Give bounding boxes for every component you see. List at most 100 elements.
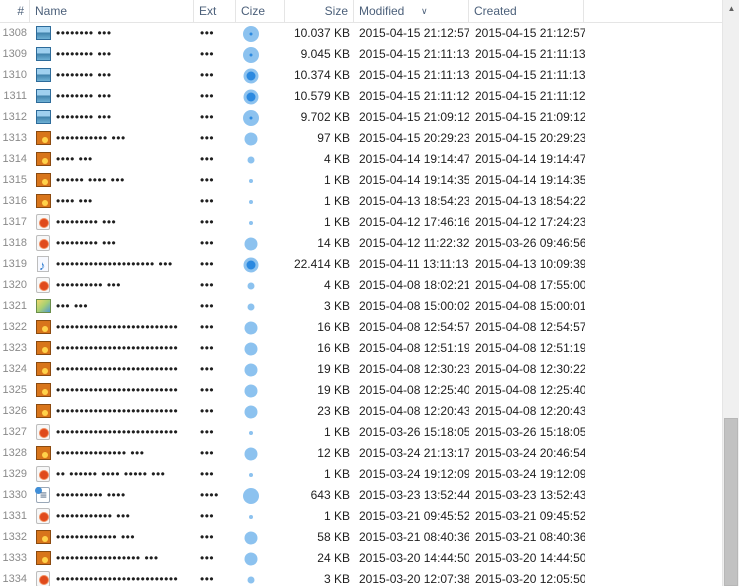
file-name-cell[interactable]: ••••••••••••••• ••• bbox=[34, 443, 190, 464]
file-name-cell[interactable]: •••••••••••••••••••••••••• bbox=[34, 380, 190, 401]
vertical-scrollbar[interactable]: ▲ bbox=[722, 0, 739, 586]
file-extension: ••• bbox=[200, 173, 215, 187]
table-row[interactable]: 1334 •••••••••••••••••••••••••• ••• 3 KB 201… bbox=[0, 569, 722, 586]
table-row[interactable]: 1323 •••••••••••••••••••••••••• ••• 16 KB 20… bbox=[0, 338, 722, 359]
table-row[interactable]: 1316 •••• ••• ••• 1 KB 2015-04-13 18:54:23 20… bbox=[0, 191, 722, 212]
red-circle-file-icon bbox=[36, 235, 50, 251]
file-name-cell[interactable]: •••••••••••••••••••••••••• bbox=[34, 338, 190, 359]
file-size: 9.702 KB bbox=[300, 110, 350, 124]
file-size: 10.037 KB bbox=[293, 26, 350, 40]
file-name-cell[interactable]: •••••••••••••••••••••••••• bbox=[34, 569, 190, 586]
file-name-cell[interactable]: •• •••••• •••• ••••• ••• bbox=[34, 464, 190, 485]
file-name: •••••••••••••••••••••••••• bbox=[56, 341, 179, 355]
file-size: 10.579 KB bbox=[293, 89, 350, 103]
file-name-cell[interactable]: •••••••••••• ••• bbox=[34, 506, 190, 527]
column-header-modified[interactable]: Modified ∨ bbox=[354, 0, 469, 23]
table-row[interactable]: 1314 •••• ••• ••• 4 KB 2015-04-14 19:14:47 20… bbox=[0, 149, 722, 170]
table-row[interactable]: 1332 ••••••••••••• ••• ••• 58 KB 2015-03-21 … bbox=[0, 527, 722, 548]
file-name-cell[interactable]: ••••••••••• ••• bbox=[34, 128, 190, 149]
size-indicator bbox=[237, 485, 265, 506]
file-name: •••••••••• •••• bbox=[56, 488, 126, 502]
column-header-name[interactable]: Name bbox=[30, 0, 194, 23]
file-size: 23 KB bbox=[317, 404, 350, 418]
file-name-cell[interactable]: •••• ••• bbox=[34, 191, 190, 212]
row-number: 1331 bbox=[2, 510, 27, 522]
file-extension: ••• bbox=[200, 215, 215, 229]
file-name-cell[interactable]: •••••••• ••• bbox=[34, 44, 190, 65]
table-row[interactable]: 1309 •••••••• ••• ••• 9.045 KB 2015-04-15 21… bbox=[0, 44, 722, 65]
file-name-cell[interactable]: ••••••••••••• ••• bbox=[34, 527, 190, 548]
modified-date: 2015-04-15 20:29:23 bbox=[359, 131, 469, 145]
table-row[interactable]: 1329 •• •••••• •••• ••••• ••• ••• 1 KB 2015-… bbox=[0, 464, 722, 485]
size-indicator bbox=[237, 506, 265, 527]
scroll-up-arrow-icon[interactable]: ▲ bbox=[723, 0, 739, 17]
column-header-size[interactable]: Size bbox=[285, 0, 354, 23]
file-size: 1 KB bbox=[323, 467, 350, 481]
table-row[interactable]: 1321 ••• ••• ••• 3 KB 2015-04-08 15:00:02 201… bbox=[0, 296, 722, 317]
file-name: •••••••• ••• bbox=[56, 89, 112, 103]
file-name: •••••••••••••••••••••••••• bbox=[56, 362, 179, 376]
file-name-cell[interactable]: •••••••••••••••••••••••••• bbox=[34, 317, 190, 338]
size-dot-icon bbox=[249, 514, 253, 519]
file-name-cell[interactable]: •••••••• ••• bbox=[34, 65, 190, 86]
column-header-cize[interactable]: Cize bbox=[236, 0, 285, 23]
file-name: •••• ••• bbox=[56, 194, 93, 208]
table-row[interactable]: 1312 •••••••• ••• ••• 9.702 KB 2015-04-15 21… bbox=[0, 107, 722, 128]
file-name-cell[interactable]: •••••••• ••• bbox=[34, 23, 190, 44]
table-row[interactable]: 1327 •••••••••••••••••••••••••• ••• 1 KB 201… bbox=[0, 422, 722, 443]
table-row[interactable]: 1311 •••••••• ••• ••• 10.579 KB 2015-04-15 2… bbox=[0, 86, 722, 107]
table-row[interactable]: 1331 •••••••••••• ••• ••• 1 KB 2015-03-21 09… bbox=[0, 506, 722, 527]
file-name-cell[interactable]: ••••••••••••••••••••• ••• bbox=[34, 254, 190, 275]
table-row[interactable]: 1320 •••••••••• ••• ••• 4 KB 2015-04-08 18:0… bbox=[0, 275, 722, 296]
column-header-ext[interactable]: Ext bbox=[194, 0, 236, 23]
file-name-cell[interactable]: •••••••••• ••• bbox=[34, 275, 190, 296]
column-header-created[interactable]: Created bbox=[469, 0, 584, 23]
modified-date: 2015-04-13 18:54:23 bbox=[359, 194, 469, 208]
file-name-cell[interactable]: •••••• •••• ••• bbox=[34, 170, 190, 191]
modified-date: 2015-04-14 19:14:47 bbox=[359, 152, 469, 166]
table-row[interactable]: 1317 ••••••••• ••• ••• 1 KB 2015-04-12 17:46… bbox=[0, 212, 722, 233]
created-date: 2015-04-08 15:00:01 bbox=[475, 299, 585, 313]
file-name-cell[interactable]: ••••••••• ••• bbox=[34, 212, 190, 233]
column-header-num[interactable]: # bbox=[0, 0, 30, 23]
modified-date: 2015-04-12 17:46:16 bbox=[359, 215, 469, 229]
file-name-cell[interactable]: •••••••• ••• bbox=[34, 86, 190, 107]
table-row[interactable]: 1313 ••••••••••• ••• ••• 97 KB 2015-04-15 20… bbox=[0, 128, 722, 149]
size-dot-icon bbox=[244, 321, 258, 334]
file-name: ••••••••••••••• ••• bbox=[56, 446, 145, 460]
file-name-cell[interactable]: •••••••••••••••••••••••••• bbox=[34, 401, 190, 422]
table-row[interactable]: 1319 ••••••••••••••••••••• ••• ••• 22.414 K… bbox=[0, 254, 722, 275]
table-row[interactable]: 1322 •••••••••••••••••••••••••• ••• 16 KB 20… bbox=[0, 317, 722, 338]
file-extension: ••• bbox=[200, 551, 215, 565]
created-date: 2015-04-15 21:09:12 bbox=[475, 110, 585, 124]
file-name-cell[interactable]: ••• ••• bbox=[34, 296, 190, 317]
file-name-cell[interactable]: •••••••••••••••••• ••• bbox=[34, 548, 190, 569]
table-row[interactable]: 1333 •••••••••••••••••• ••• ••• 24 KB 2015-0… bbox=[0, 548, 722, 569]
modified-date: 2015-04-08 12:25:40 bbox=[359, 383, 469, 397]
size-indicator bbox=[237, 422, 265, 443]
scrollbar-thumb[interactable] bbox=[724, 418, 738, 586]
file-name: •••••••••••• ••• bbox=[56, 509, 131, 523]
file-name-cell[interactable]: •••••••• ••• bbox=[34, 107, 190, 128]
table-row[interactable]: 1328 ••••••••••••••• ••• ••• 12 KB 2015-03-2… bbox=[0, 443, 722, 464]
file-name-cell[interactable]: •••••••••••••••••••••••••• bbox=[34, 359, 190, 380]
file-name-cell[interactable]: •••• ••• bbox=[34, 149, 190, 170]
table-row[interactable]: 1318 ••••••••• ••• ••• 14 KB 2015-04-12 11:2… bbox=[0, 233, 722, 254]
modified-date: 2015-04-14 19:14:35 bbox=[359, 173, 469, 187]
table-row[interactable]: 1310 •••••••• ••• ••• 10.374 KB 2015-04-15 2… bbox=[0, 65, 722, 86]
table-row[interactable]: 1315 •••••• •••• ••• ••• 1 KB 2015-04-14 19:… bbox=[0, 170, 722, 191]
size-dot-icon bbox=[246, 260, 256, 269]
table-row[interactable]: 1326 •••••••••••••••••••••••••• ••• 23 KB 20… bbox=[0, 401, 722, 422]
row-number: 1328 bbox=[2, 447, 27, 459]
table-row[interactable]: 1324 •••••••••••••••••••••••••• ••• 19 KB 20… bbox=[0, 359, 722, 380]
file-size: 643 KB bbox=[310, 488, 350, 502]
modified-date: 2015-04-08 12:30:23 bbox=[359, 362, 469, 376]
file-name-cell[interactable]: ••••••••• ••• bbox=[34, 233, 190, 254]
table-row[interactable]: 1325 •••••••••••••••••••••••••• ••• 19 KB 20… bbox=[0, 380, 722, 401]
table-row[interactable]: 1330 •••••••••• •••• •••• 643 KB 2015-03-23 … bbox=[0, 485, 722, 506]
size-indicator bbox=[237, 254, 265, 275]
size-dot-icon bbox=[244, 132, 258, 145]
file-name-cell[interactable]: •••••••••• •••• bbox=[34, 485, 190, 506]
file-name-cell[interactable]: •••••••••••••••••••••••••• bbox=[34, 422, 190, 443]
table-row[interactable]: 1308 •••••••• ••• ••• 10.037 KB 2015-04-15 2… bbox=[0, 23, 722, 44]
